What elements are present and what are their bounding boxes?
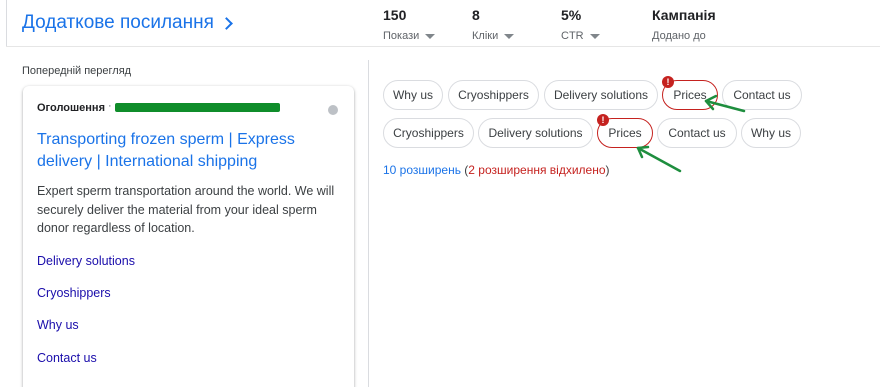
chip-contact-us[interactable]: Contact us [722,80,802,110]
chip-why-us[interactable]: Why us [741,118,801,148]
ad-preview-card: Оголошення · Transporting frozen sperm |… [23,86,354,387]
page-title-text: Додаткове посилання [22,12,214,33]
chip-cryoshippers[interactable]: Cryoshippers [383,118,474,148]
metric-ctr: 5% CTR [561,7,600,42]
chevron-right-icon [220,16,233,30]
sitelink-delivery-solutions[interactable]: Delivery solutions [37,254,135,268]
chip-delivery-solutions[interactable]: Delivery solutions [544,80,658,110]
metric-impressions-dropdown[interactable]: Покази [383,30,436,42]
preview-label: Попередній перегляд [22,65,132,77]
error-icon: ! [662,76,674,88]
metric-added-to-label: Додано до [652,30,706,42]
sitelink-cryoshippers[interactable]: Cryoshippers [37,286,111,300]
metric-ctr-label: CTR [561,30,584,42]
arrow-head [636,145,650,159]
header-bar: Додаткове посилання 150 Покази 8 Кліки 5… [0,0,880,46]
metric-impressions-value: 150 [383,7,407,23]
extensions-count[interactable]: 10 розширень [383,163,461,177]
metric-clicks-dropdown[interactable]: Кліки [472,30,515,42]
header-divider [6,46,880,47]
page-title[interactable]: Додаткове посилання [22,12,233,34]
chip-why-us[interactable]: Why us [383,80,443,110]
ad-headline[interactable]: Transporting frozen sperm | Express deli… [37,129,337,173]
sitelink-why-us[interactable]: Why us [37,318,79,332]
chip-contact-us[interactable]: Contact us [657,118,737,148]
metric-added-to-value: Кампанія [652,7,716,23]
info-icon[interactable] [328,105,338,115]
redacted-url-mark [115,103,280,112]
header-left-border [6,0,7,46]
metric-clicks-value: 8 [472,7,480,23]
metric-clicks: 8 Кліки [472,7,515,42]
sitelink-contact-us[interactable]: Contact us [37,351,97,365]
column-divider [368,60,369,387]
caret-down-icon [425,33,436,39]
error-icon: ! [597,114,609,126]
caret-down-icon [504,33,515,39]
metric-clicks-label: Кліки [472,30,499,42]
summary-close-paren: ) [605,163,610,177]
metric-impressions-label: Покази [383,30,420,42]
ad-description: Expert sperm transportation around the w… [37,184,335,235]
extensions-summary: 10 розширень (2 розширення відхилено) [383,163,610,177]
metric-ctr-dropdown[interactable]: CTR [561,30,600,42]
chip-cryoshippers[interactable]: Cryoshippers [448,80,539,110]
caret-down-icon [589,33,600,39]
extensions-rejected[interactable]: 2 розширення відхилено [468,163,605,177]
metric-added-to: Кампанія Додано до [652,7,716,42]
chip-delivery-solutions[interactable]: Delivery solutions [478,118,593,148]
ad-separator: · [108,100,112,112]
ad-badge: Оголошення [37,102,105,114]
arrow-line [636,146,682,173]
metric-added-to-label-wrap: Додано до [652,30,716,42]
metric-impressions: 150 Покази [383,7,436,42]
metric-ctr-value: 5% [561,7,582,23]
